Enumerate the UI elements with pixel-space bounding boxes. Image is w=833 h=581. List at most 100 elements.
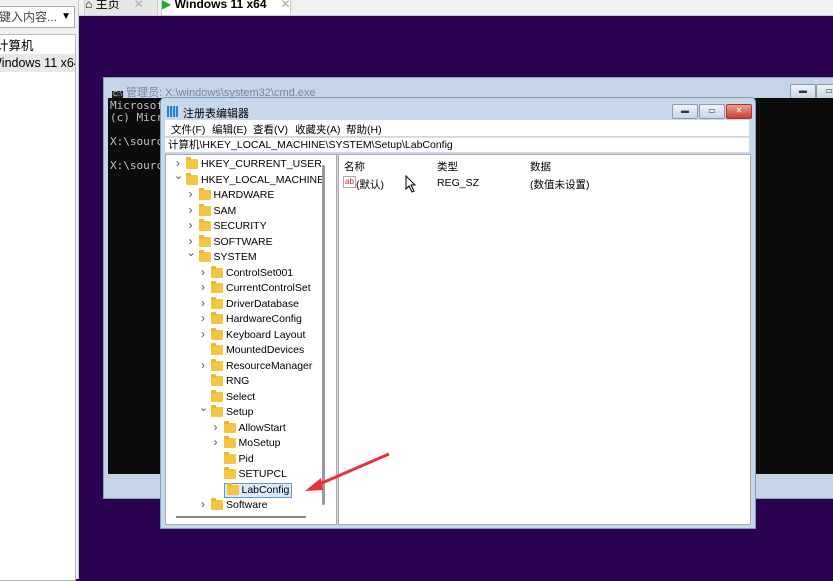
minimize-button[interactable]: ▬ — [790, 84, 816, 99]
regedit-icon — [167, 106, 178, 117]
tree-item-label: HardwareConfig — [226, 313, 302, 325]
minimize-button[interactable]: ▬ — [672, 104, 698, 119]
chevron-right-icon[interactable]: › — [199, 280, 207, 295]
address-bar[interactable]: 计算机\HKEY_LOCAL_MACHINE\SYSTEM\Setup\LabC… — [165, 137, 749, 152]
value-data: (数值未设置) — [530, 179, 590, 191]
folder-icon — [211, 358, 223, 371]
close-button[interactable]: ✕ — [726, 104, 752, 119]
column-name[interactable]: 名称 — [344, 159, 365, 174]
horizontal-scrollbar[interactable] — [176, 516, 306, 518]
regedit-title: 注册表编辑器 — [167, 105, 249, 121]
tree-item-label: SYSTEM — [213, 251, 257, 263]
menu-bar: 文件(F) 编辑(E) 查看(V) 收藏夹(A) 帮助(H) — [165, 120, 749, 136]
column-data[interactable]: 数据 — [530, 159, 551, 174]
folder-icon — [211, 312, 223, 324]
menu-help[interactable]: 帮助(H) — [346, 122, 382, 137]
regedit-title-text: 注册表编辑器 — [183, 108, 249, 120]
tree-item-label: MountedDevices — [226, 344, 305, 356]
cmd-icon: C:\ — [112, 91, 123, 98]
folder-icon — [211, 265, 223, 278]
vm-list: 计算机 Windows 11 x64 — [0, 34, 76, 581]
folder-icon — [211, 405, 223, 417]
folder-icon — [211, 327, 223, 340]
tree-item-label: HKEY_CURRENT_USER — [201, 158, 322, 170]
chevron-right-icon[interactable]: › — [187, 218, 195, 233]
folder-icon — [211, 389, 223, 402]
close-icon[interactable]: ✕ — [134, 0, 144, 11]
list-item-vm[interactable]: Windows 11 x64 — [0, 54, 75, 72]
tree-item-label: AllowStart — [238, 421, 286, 434]
tree-item-label: Setup — [226, 406, 254, 418]
chevron-down-icon[interactable]: ⌄ — [187, 246, 196, 261]
tree-item-label: Select — [226, 390, 256, 403]
tree-item-label: HARDWARE — [213, 189, 275, 201]
chevron-right-icon[interactable]: › — [199, 311, 207, 326]
tree-item-label: CurrentControlSet — [226, 282, 311, 294]
list-item-computer[interactable]: 计算机 — [0, 37, 71, 55]
tree-item-label: SECURITY — [213, 220, 267, 232]
ab-string-icon: ab — [343, 176, 356, 188]
tree-item-label: Pid — [238, 452, 254, 465]
folder-icon — [198, 250, 211, 262]
close-icon[interactable]: ✕ — [281, 0, 291, 11]
folder-icon — [198, 188, 211, 200]
tree-item-label: ControlSet001 — [226, 266, 294, 279]
tab-label: 主页 — [95, 0, 120, 11]
folder-icon — [226, 482, 239, 495]
tree-item-label: HKEY_LOCAL_MACHINE — [201, 173, 325, 186]
mouse-cursor-icon — [405, 175, 417, 193]
menu-favorites[interactable]: 收藏夹(A) — [295, 122, 341, 137]
folder-icon — [211, 498, 223, 510]
folder-icon — [186, 157, 198, 169]
folder-icon — [211, 281, 223, 293]
tab-vm[interactable]: ▶ Windows 11 x64 ✕ — [161, 0, 291, 16]
tree-item-label: MoSetup — [238, 437, 281, 449]
folder-icon — [223, 436, 236, 448]
tree-item-label: SETUPCL — [238, 468, 287, 480]
tab-bar: ⌂ 主页 ✕ ▶ Windows 11 x64 ✕ — [79, 0, 833, 16]
chevron-right-icon[interactable]: › — [187, 187, 195, 202]
folder-icon — [198, 203, 211, 216]
chevron-right-icon[interactable]: › — [187, 203, 195, 218]
search-input[interactable]: 键入内容... ▼ — [0, 6, 75, 28]
tab-label: Windows 11 x64 — [174, 0, 267, 11]
tree-item-label: DriverDatabase — [226, 297, 299, 310]
search-placeholder: 键入内容... — [0, 10, 58, 24]
menu-edit[interactable]: 编辑(E) — [212, 122, 247, 137]
folder-icon — [198, 219, 211, 231]
maximize-button[interactable]: ▭ — [816, 84, 833, 99]
tree-item-label: SAM — [213, 204, 237, 217]
tree-item-label: Keyboard Layout — [226, 328, 306, 341]
menu-view[interactable]: 查看(V) — [253, 122, 288, 137]
value-type: REG_SZ — [437, 177, 480, 189]
annotation-arrow — [305, 452, 390, 491]
chevron-right-icon[interactable]: › — [199, 358, 207, 373]
chevron-down-icon[interactable]: ⌄ — [199, 401, 208, 416]
chevron-right-icon[interactable]: › — [212, 435, 220, 450]
tree-item-label: SOFTWARE — [213, 235, 273, 248]
chevron-right-icon[interactable]: › — [199, 497, 207, 512]
folder-icon — [198, 234, 211, 247]
tree-item-label: ResourceManager — [226, 359, 313, 372]
folder-icon — [211, 296, 223, 309]
chevron-down-icon[interactable]: ⌄ — [174, 169, 183, 184]
tab-home[interactable]: ⌂ 主页 ✕ — [84, 0, 158, 16]
tree-item-label: Software — [226, 499, 268, 511]
value-name: (默认) — [356, 179, 384, 191]
chevron-right-icon[interactable]: › — [199, 296, 207, 311]
chevron-right-icon[interactable]: › — [212, 420, 220, 435]
menu-file[interactable]: 文件(F) — [171, 122, 205, 137]
folder-icon — [223, 420, 236, 433]
chevron-right-icon[interactable]: › — [199, 327, 207, 342]
folder-icon — [186, 172, 198, 185]
chevron-right-icon[interactable]: › — [199, 265, 207, 280]
dropdown-arrow-icon[interactable]: ▼ — [61, 7, 71, 27]
column-type[interactable]: 类型 — [437, 159, 458, 174]
tree-item-label: LabConfig — [241, 483, 290, 496]
folder-icon — [223, 451, 236, 464]
vm-library-panel: 键入内容...▼ 计算机 Windows 11 x64 — [0, 0, 79, 581]
folder-icon — [211, 343, 223, 355]
folder-icon — [223, 467, 236, 479]
maximize-button[interactable]: ▭ — [699, 104, 725, 119]
regedit-window[interactable]: 注册表编辑器 ▬ ▭ ✕ 文件(F) 编辑(E) 查看(V) 收藏夹(A) 帮助… — [160, 97, 756, 529]
